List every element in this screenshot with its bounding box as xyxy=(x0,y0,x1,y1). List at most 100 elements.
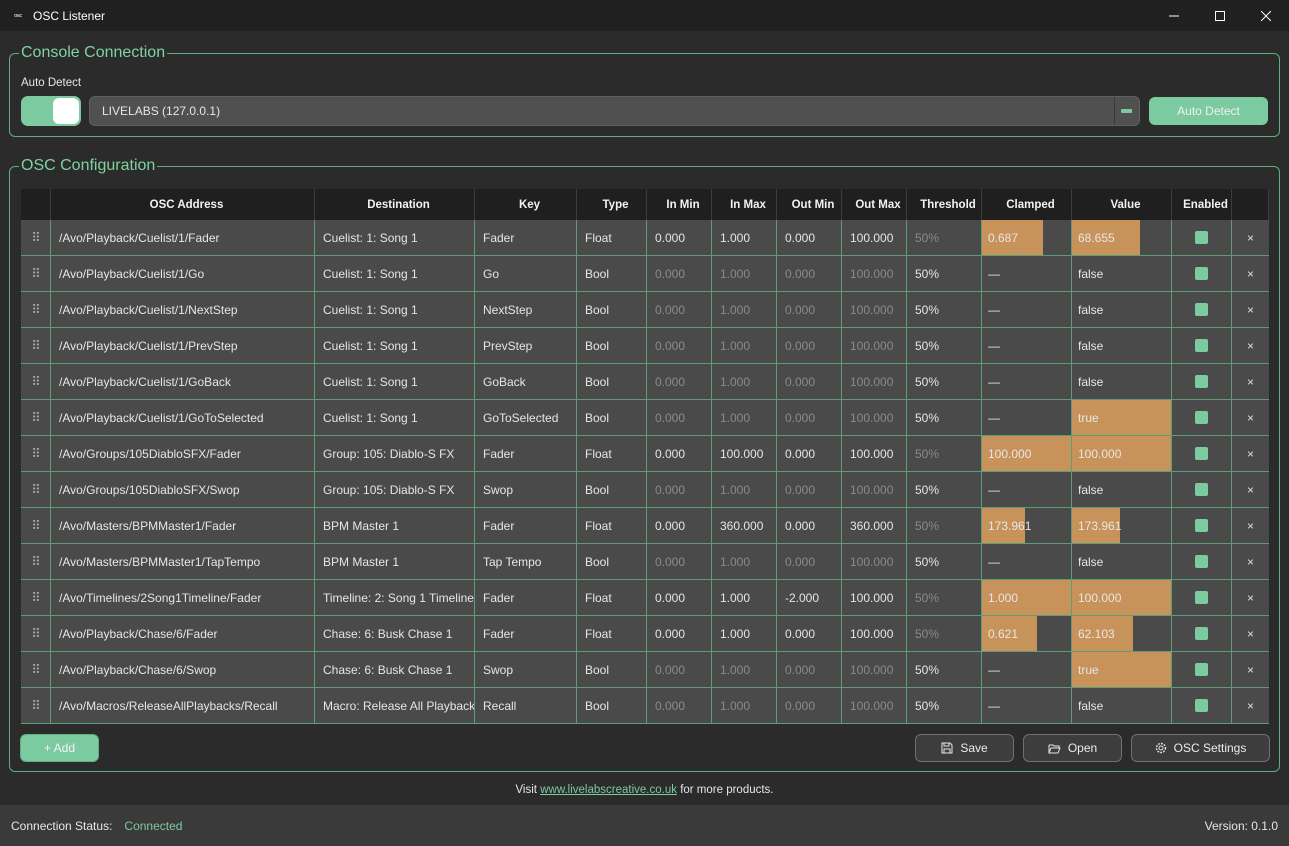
cell-in-min[interactable]: 0.000 xyxy=(647,292,712,327)
table-row[interactable]: ⠿ /Avo/Groups/105DiabloSFX/Swop Group: 105… xyxy=(21,472,1269,508)
auto-detect-toggle[interactable] xyxy=(21,96,81,126)
cell-type[interactable]: Bool xyxy=(577,292,647,327)
cell-out-min[interactable]: 0.000 xyxy=(777,688,842,723)
cell-destination[interactable]: Cuelist: 1: Song 1 xyxy=(315,292,475,327)
cell-destination[interactable]: BPM Master 1 xyxy=(315,544,475,579)
delete-row-button[interactable]: × xyxy=(1232,688,1269,723)
table-row[interactable]: ⠿ /Avo/Playback/Cuelist/1/Fader Cuelist: 1… xyxy=(21,220,1269,256)
cell-key[interactable]: Swop xyxy=(475,652,577,687)
cell-key[interactable]: PrevStep xyxy=(475,328,577,363)
cell-in-min[interactable]: 0.000 xyxy=(647,256,712,291)
cell-in-min[interactable]: 0.000 xyxy=(647,328,712,363)
cell-key[interactable]: Fader xyxy=(475,508,577,543)
cell-threshold[interactable]: 50% xyxy=(907,292,982,327)
enabled-checkbox[interactable] xyxy=(1195,339,1208,352)
cell-in-max[interactable]: 1.000 xyxy=(712,652,777,687)
add-button[interactable]: + Add xyxy=(20,734,99,762)
cell-threshold[interactable]: 50% xyxy=(907,544,982,579)
cell-address[interactable]: /Avo/Groups/105DiabloSFX/Swop xyxy=(51,472,315,507)
cell-in-min[interactable]: 0.000 xyxy=(647,220,712,255)
cell-out-max[interactable]: 100.000 xyxy=(842,400,907,435)
cell-address[interactable]: /Avo/Playback/Cuelist/1/GoBack xyxy=(51,364,315,399)
delete-row-button[interactable]: × xyxy=(1232,436,1269,471)
table-row[interactable]: ⠿ /Avo/Playback/Cuelist/1/GoToSelected Cue… xyxy=(21,400,1269,436)
cell-out-max[interactable]: 100.000 xyxy=(842,364,907,399)
cell-key[interactable]: Swop xyxy=(475,472,577,507)
delete-row-button[interactable]: × xyxy=(1232,400,1269,435)
delete-row-button[interactable]: × xyxy=(1232,472,1269,507)
cell-type[interactable]: Bool xyxy=(577,544,647,579)
enabled-checkbox[interactable] xyxy=(1195,411,1208,424)
drag-handle[interactable]: ⠿ xyxy=(21,688,51,723)
cell-threshold[interactable]: 50% xyxy=(907,328,982,363)
cell-key[interactable]: Fader xyxy=(475,616,577,651)
cell-out-max[interactable]: 100.000 xyxy=(842,292,907,327)
drag-handle[interactable]: ⠿ xyxy=(21,328,51,363)
cell-in-max[interactable]: 1.000 xyxy=(712,472,777,507)
cell-address[interactable]: /Avo/Playback/Chase/6/Fader xyxy=(51,616,315,651)
dropdown-indicator-icon[interactable] xyxy=(1121,109,1132,113)
delete-row-button[interactable]: × xyxy=(1232,652,1269,687)
cell-key[interactable]: Tap Tempo xyxy=(475,544,577,579)
cell-address[interactable]: /Avo/Groups/105DiabloSFX/Fader xyxy=(51,436,315,471)
cell-in-max[interactable]: 360.000 xyxy=(712,508,777,543)
cell-type[interactable]: Bool xyxy=(577,364,647,399)
delete-row-button[interactable]: × xyxy=(1232,364,1269,399)
table-row[interactable]: ⠿ /Avo/Masters/BPMMaster1/Fader BPM Master… xyxy=(21,508,1269,544)
drag-handle[interactable]: ⠿ xyxy=(21,220,51,255)
drag-handle[interactable]: ⠿ xyxy=(21,256,51,291)
cell-destination[interactable]: Chase: 6: Busk Chase 1 xyxy=(315,652,475,687)
cell-out-max[interactable]: 100.000 xyxy=(842,328,907,363)
cell-key[interactable]: Fader xyxy=(475,436,577,471)
cell-out-min[interactable]: 0.000 xyxy=(777,508,842,543)
cell-out-max[interactable]: 100.000 xyxy=(842,652,907,687)
cell-destination[interactable]: Chase: 6: Busk Chase 1 xyxy=(315,616,475,651)
cell-destination[interactable]: Cuelist: 1: Song 1 xyxy=(315,256,475,291)
cell-in-max[interactable]: 1.000 xyxy=(712,688,777,723)
cell-in-max[interactable]: 100.000 xyxy=(712,436,777,471)
cell-out-min[interactable]: 0.000 xyxy=(777,256,842,291)
cell-address[interactable]: /Avo/Playback/Chase/6/Swop xyxy=(51,652,315,687)
cell-out-min[interactable]: 0.000 xyxy=(777,616,842,651)
cell-type[interactable]: Bool xyxy=(577,328,647,363)
cell-out-min[interactable]: 0.000 xyxy=(777,400,842,435)
cell-out-min[interactable]: 0.000 xyxy=(777,220,842,255)
table-row[interactable]: ⠿ /Avo/Playback/Chase/6/Swop Chase: 6: Bus… xyxy=(21,652,1269,688)
cell-in-max[interactable]: 1.000 xyxy=(712,364,777,399)
cell-type[interactable]: Bool xyxy=(577,256,647,291)
cell-type[interactable]: Float xyxy=(577,220,647,255)
cell-key[interactable]: Fader xyxy=(475,580,577,615)
cell-threshold[interactable]: 50% xyxy=(907,580,982,615)
cell-out-max[interactable]: 100.000 xyxy=(842,472,907,507)
cell-key[interactable]: GoToSelected xyxy=(475,400,577,435)
delete-row-button[interactable]: × xyxy=(1232,580,1269,615)
auto-detect-button[interactable]: Auto Detect xyxy=(1149,97,1268,125)
delete-row-button[interactable]: × xyxy=(1232,220,1269,255)
cell-out-max[interactable]: 100.000 xyxy=(842,256,907,291)
enabled-checkbox[interactable] xyxy=(1195,447,1208,460)
cell-type[interactable]: Bool xyxy=(577,688,647,723)
cell-key[interactable]: Go xyxy=(475,256,577,291)
drag-handle[interactable]: ⠿ xyxy=(21,544,51,579)
cell-destination[interactable]: Macro: Release All Playbacks xyxy=(315,688,475,723)
enabled-checkbox[interactable] xyxy=(1195,267,1208,280)
drag-handle[interactable]: ⠿ xyxy=(21,400,51,435)
enabled-checkbox[interactable] xyxy=(1195,555,1208,568)
table-row[interactable]: ⠿ /Avo/Timelines/2Song1Timeline/Fader Time… xyxy=(21,580,1269,616)
cell-threshold[interactable]: 50% xyxy=(907,616,982,651)
table-row[interactable]: ⠿ /Avo/Macros/ReleaseAllPlaybacks/Recall M… xyxy=(21,688,1269,724)
table-row[interactable]: ⠿ /Avo/Masters/BPMMaster1/TapTempo BPM Mas… xyxy=(21,544,1269,580)
delete-row-button[interactable]: × xyxy=(1232,544,1269,579)
cell-out-min[interactable]: 0.000 xyxy=(777,544,842,579)
drag-handle[interactable]: ⠿ xyxy=(21,472,51,507)
cell-destination[interactable]: Cuelist: 1: Song 1 xyxy=(315,328,475,363)
cell-address[interactable]: /Avo/Playback/Cuelist/1/PrevStep xyxy=(51,328,315,363)
cell-out-min[interactable]: 0.000 xyxy=(777,292,842,327)
cell-threshold[interactable]: 50% xyxy=(907,508,982,543)
drag-handle[interactable]: ⠿ xyxy=(21,616,51,651)
cell-address[interactable]: /Avo/Masters/BPMMaster1/Fader xyxy=(51,508,315,543)
cell-out-min[interactable]: -2.000 xyxy=(777,580,842,615)
cell-type[interactable]: Bool xyxy=(577,472,647,507)
cell-threshold[interactable]: 50% xyxy=(907,256,982,291)
drag-handle[interactable]: ⠿ xyxy=(21,364,51,399)
